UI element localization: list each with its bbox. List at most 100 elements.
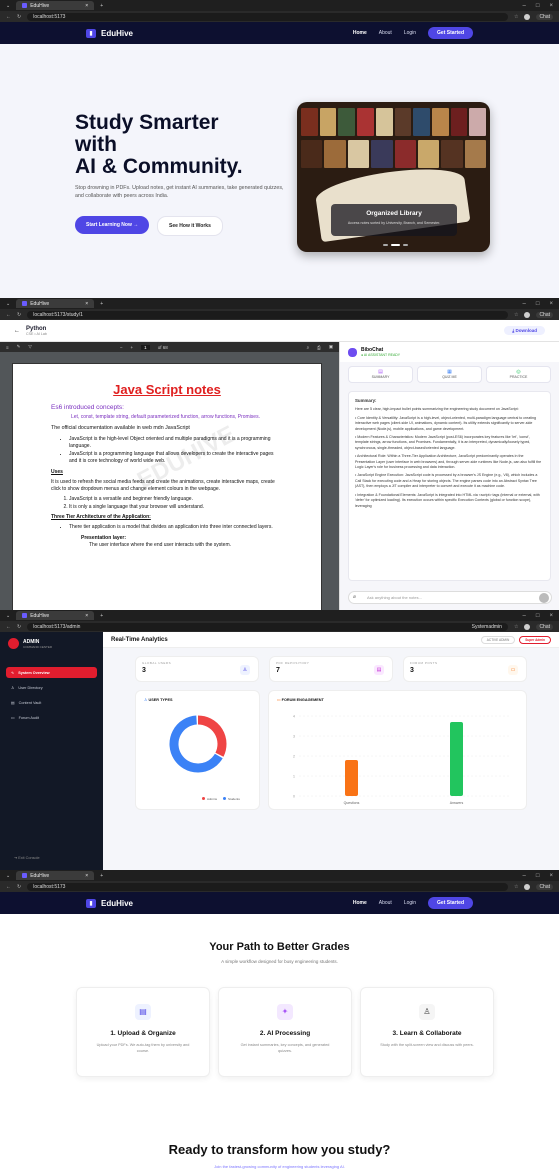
carousel-dots[interactable] <box>383 244 408 246</box>
back-icon[interactable]: ← <box>6 312 11 318</box>
star-icon[interactable]: ☆ <box>514 884 518 890</box>
maximize-icon[interactable]: □ <box>536 873 540 879</box>
chat-input[interactable]: ⌀ Ask anything about the notes... <box>348 591 552 604</box>
sidebar-item-user-directory[interactable]: ♙ User Directory <box>6 682 97 693</box>
bar-questions[interactable] <box>345 760 358 796</box>
bar-answers[interactable] <box>450 722 463 796</box>
summary-mode-button[interactable]: ▤ SUMMARY <box>348 366 413 383</box>
maximize-icon[interactable]: □ <box>536 3 540 9</box>
window-menu-icon[interactable]: ⌄ <box>6 873 10 879</box>
close-window-icon[interactable]: × <box>549 873 553 879</box>
y-tick-label: 1 <box>293 775 295 779</box>
minimize-icon[interactable]: – <box>523 3 526 9</box>
nav-home-link[interactable]: Home <box>353 900 367 906</box>
new-tab-button[interactable]: + <box>100 3 103 9</box>
favicon-icon <box>22 873 28 878</box>
sidebar-item-system-overview[interactable]: ∿ System Overview <box>6 667 97 678</box>
profile-icon[interactable] <box>524 13 531 20</box>
print-icon[interactable]: ⎙ <box>317 345 321 350</box>
reload-icon[interactable]: ↻ <box>17 14 21 20</box>
close-tab-icon[interactable]: × <box>85 3 88 9</box>
url-field[interactable]: localhost:5173/admin Systemadmin <box>27 622 508 631</box>
exit-console-link[interactable]: ⇥ Exit Console <box>14 855 40 860</box>
minimize-icon[interactable]: – <box>523 873 526 879</box>
admin-main: Real-Time Analytics ACTIVE ADMIN Super Adm… <box>103 632 559 870</box>
close-window-icon[interactable]: × <box>549 3 553 9</box>
y-tick-label: 0 <box>293 795 295 799</box>
new-tab-button[interactable]: + <box>100 613 103 619</box>
quiz-mode-button[interactable]: ▦ QUIZ ME <box>417 366 482 383</box>
back-arrow-icon[interactable]: ← <box>14 328 20 334</box>
reload-icon[interactable]: ↻ <box>17 312 21 318</box>
close-tab-icon[interactable]: × <box>85 613 88 619</box>
save-icon[interactable]: ▣ <box>329 344 333 350</box>
new-tab-button[interactable]: + <box>100 301 103 307</box>
nav-about-link[interactable]: About <box>379 900 392 906</box>
start-learning-button[interactable]: Start Learning Now → <box>75 216 150 234</box>
star-icon[interactable]: ☆ <box>514 624 518 630</box>
get-started-button[interactable]: Get Started <box>428 897 473 909</box>
file-icon: ▤ <box>11 701 15 705</box>
chat-button[interactable]: Chat <box>536 311 553 318</box>
url-field[interactable]: localhost:5173 <box>27 882 508 891</box>
sidebar-item-forum-audit[interactable]: ▭ Forum Audit <box>6 712 97 723</box>
maximize-icon[interactable]: □ <box>536 613 540 619</box>
browser-tab[interactable]: EduHive × <box>16 611 95 620</box>
download-button[interactable]: ⤓ Download <box>504 326 545 335</box>
nav-home-link[interactable]: Home <box>353 30 367 36</box>
window-menu-icon[interactable]: ⌄ <box>6 301 10 307</box>
chat-button[interactable]: Chat <box>536 13 553 20</box>
close-tab-icon[interactable]: × <box>85 873 88 879</box>
brand[interactable]: ▮ EduHive <box>86 28 133 38</box>
browser-tab[interactable]: EduHive × <box>16 299 95 308</box>
profile-icon[interactable] <box>524 311 531 318</box>
filter-icon[interactable]: ▽ <box>28 344 31 350</box>
nav-login-link[interactable]: Login <box>404 900 416 906</box>
profile-icon[interactable] <box>524 623 531 630</box>
stat-global-users: GLOBAL USERS 3 ♙ <box>135 656 259 682</box>
brand[interactable]: ▮ EduHive <box>86 898 133 908</box>
close-window-icon[interactable]: × <box>549 301 553 307</box>
back-icon[interactable]: ← <box>6 884 11 890</box>
search-icon[interactable]: ⌕ <box>307 345 310 350</box>
star-icon[interactable]: ☆ <box>514 312 518 318</box>
menu-icon[interactable]: ≡ <box>6 345 9 350</box>
send-button[interactable] <box>539 593 549 603</box>
nav-login-link[interactable]: Login <box>404 30 416 36</box>
browser-tab[interactable]: EduHive × <box>16 1 95 10</box>
sidebar-item-content-vault[interactable]: ▤ Content Vault <box>6 697 97 708</box>
zoom-in-icon[interactable]: + <box>131 345 134 350</box>
page-number-input[interactable]: 1 <box>141 344 150 350</box>
close-window-icon[interactable]: × <box>549 613 553 619</box>
url-field[interactable]: localhost:5173 <box>27 12 508 21</box>
close-tab-icon[interactable]: × <box>85 301 88 307</box>
practice-mode-button[interactable]: ◎ PRACTICE <box>486 366 551 383</box>
get-started-button[interactable]: Get Started <box>428 27 473 39</box>
back-icon[interactable]: ← <box>6 624 11 630</box>
minimize-icon[interactable]: – <box>523 613 526 619</box>
window-menu-icon[interactable]: ⌄ <box>6 613 10 619</box>
minimize-icon[interactable]: – <box>523 301 526 307</box>
attach-icon[interactable]: ⌀ <box>353 594 356 600</box>
star-icon[interactable]: ☆ <box>514 14 518 20</box>
y-tick-label: 2 <box>293 755 295 759</box>
maximize-icon[interactable]: □ <box>536 301 540 307</box>
pdf-heading: Java Script notes <box>113 382 221 397</box>
zoom-out-icon[interactable]: − <box>120 345 123 350</box>
top-navbar: ▮ EduHive Home About Login Get Started <box>0 892 559 914</box>
chat-button[interactable]: Chat <box>536 883 553 890</box>
browser-tabbar: ⌄ EduHive × + – □ × <box>0 610 559 621</box>
pdf-viewer[interactable]: EDUHIVE Java Script notes Es6 introduced… <box>0 352 339 610</box>
reload-icon[interactable]: ↻ <box>17 624 21 630</box>
reload-icon[interactable]: ↻ <box>17 884 21 890</box>
profile-icon[interactable] <box>524 883 531 890</box>
window-menu-icon[interactable]: ⌄ <box>6 3 10 9</box>
new-tab-button[interactable]: + <box>100 873 103 879</box>
see-how-button[interactable]: See How it Works <box>157 216 223 236</box>
back-icon[interactable]: ← <box>6 14 11 20</box>
nav-about-link[interactable]: About <box>379 30 392 36</box>
browser-tab[interactable]: EduHive × <box>16 871 95 880</box>
draw-icon[interactable]: ✎ <box>17 344 21 350</box>
url-field[interactable]: localhost:5173/study/1 <box>27 310 508 319</box>
chat-button[interactable]: Chat <box>536 623 553 630</box>
